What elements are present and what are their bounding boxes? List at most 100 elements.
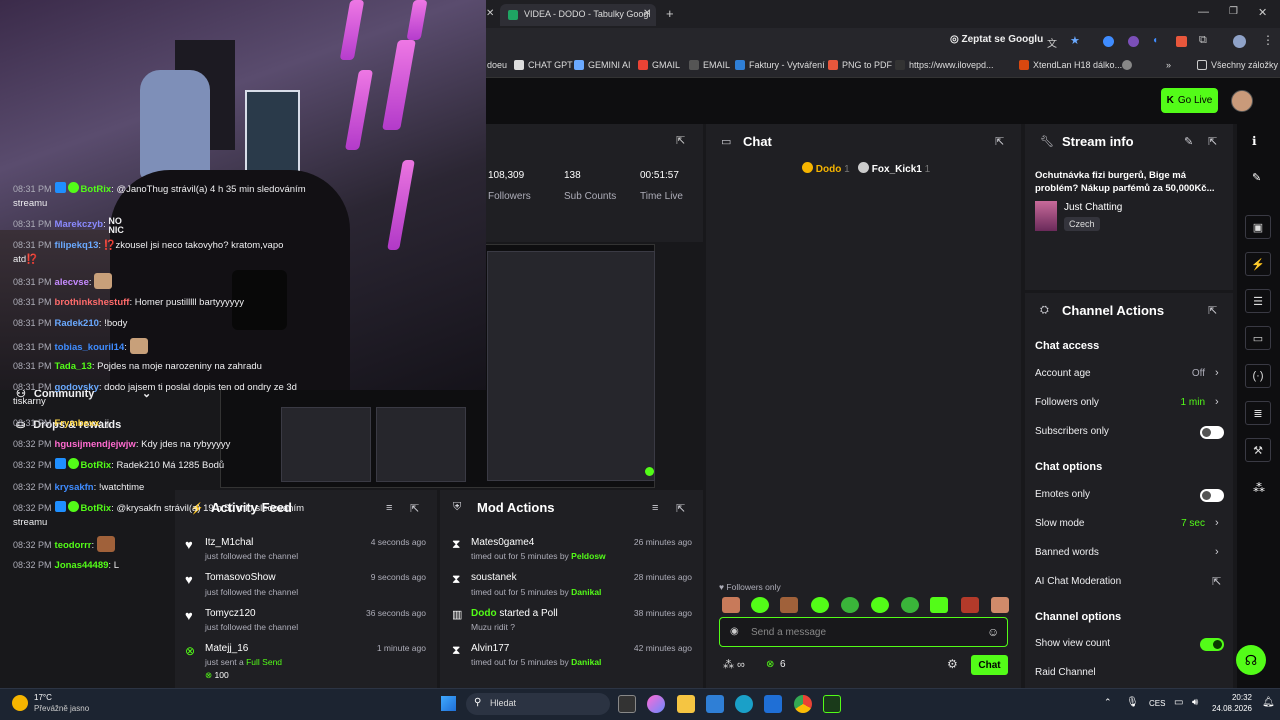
bookmark-item[interactable]: GMAIL — [638, 60, 680, 70]
file-explorer-icon[interactable] — [677, 695, 695, 713]
popout-icon[interactable]: ⇱ — [1208, 304, 1217, 317]
rail-list-button[interactable]: ☰ — [1245, 289, 1271, 313]
rail-stream-button[interactable]: ▣ — [1245, 215, 1271, 239]
popout-icon[interactable]: ⇱ — [1208, 135, 1217, 148]
clock-time[interactable]: 20:32 — [1218, 693, 1252, 702]
emote-icon[interactable] — [780, 597, 798, 613]
chat-username[interactable]: BotRix — [81, 460, 112, 471]
extension-icon[interactable]: ◖ — [1152, 35, 1158, 46]
chat-username[interactable]: teodorrr — [55, 540, 92, 551]
chat-username[interactable]: krysakfn — [55, 482, 94, 493]
emote-icon[interactable] — [871, 597, 889, 613]
info-icon[interactable]: ℹ — [1252, 134, 1257, 148]
chat-username[interactable]: godovsky — [55, 382, 99, 393]
send-chat-button[interactable]: Chat — [971, 655, 1008, 675]
chat-username[interactable]: Marekczyb — [55, 219, 104, 230]
chevron-right-icon[interactable]: › — [1215, 546, 1219, 558]
rail-chat-button[interactable]: ▭ — [1245, 326, 1271, 350]
minimize-icon[interactable]: — — [1198, 6, 1209, 18]
slow-mode-label[interactable]: Slow mode — [1035, 518, 1084, 529]
users-icon[interactable]: ⁂ — [1253, 481, 1265, 495]
new-tab-icon[interactable]: + — [666, 6, 674, 21]
emotes-only-toggle[interactable] — [1200, 489, 1224, 502]
chat-username[interactable]: tobias_kouril14 — [55, 342, 125, 353]
rail-activity-button[interactable]: ⚡ — [1245, 252, 1271, 276]
tray-overflow-icon[interactable]: ⌃ — [1104, 697, 1112, 708]
language-tag[interactable]: Czech — [1064, 217, 1100, 231]
chat-username[interactable]: BotRix — [81, 184, 112, 195]
puzzle-icon[interactable]: ⧉ — [1199, 34, 1207, 47]
maximize-icon[interactable]: ❐ — [1229, 6, 1238, 17]
popout-icon[interactable]: ⇱ — [995, 135, 1004, 148]
emote-icon[interactable] — [991, 597, 1009, 613]
store-icon[interactable] — [764, 695, 782, 713]
avatar[interactable] — [1231, 90, 1253, 112]
popout-icon[interactable]: ⇱ — [676, 502, 685, 515]
bookmark-item[interactable]: CHAT GPT — [514, 60, 573, 70]
emote-icon[interactable] — [722, 597, 740, 613]
weather-sun-icon[interactable] — [12, 695, 28, 711]
popout-icon[interactable]: ⇱ — [676, 134, 685, 147]
network-icon[interactable]: ▭ — [1174, 697, 1183, 708]
chat-message-input[interactable]: ◉ Send a message ☺ — [719, 617, 1008, 647]
close-tab-icon[interactable]: ✕ — [486, 8, 494, 19]
points-indicator[interactable]: ⊗ 6 — [766, 659, 786, 670]
chat-username[interactable]: alecvse — [55, 277, 89, 288]
taskbar-search[interactable]: ⚲ Hledat — [466, 693, 610, 715]
go-live-button[interactable]: K Go Live — [1161, 88, 1218, 113]
close-window-icon[interactable]: ✕ — [1258, 6, 1267, 19]
bookmark-item[interactable]: doeu — [487, 60, 507, 70]
bookmark-item[interactable]: EMAIL — [689, 60, 730, 70]
banned-words-label[interactable]: Banned words — [1035, 547, 1099, 558]
raid-channel-label[interactable]: Raid Channel — [1035, 667, 1096, 678]
rail-queue-button[interactable]: ≣ — [1245, 401, 1271, 425]
chat-username[interactable]: Radek210 — [55, 318, 99, 329]
bookmark-item[interactable]: XtendLan H18 dálko... — [1019, 60, 1122, 70]
chat-username[interactable]: Jonas44489 — [55, 560, 109, 571]
notification-bell-icon[interactable]: 🔔︎ — [1262, 697, 1275, 708]
bookmark-item[interactable] — [1122, 60, 1132, 70]
chat-username[interactable]: filipekq13 — [55, 240, 99, 251]
microphone-icon[interactable]: 🎙︎ — [1126, 697, 1139, 708]
extension-icon[interactable] — [1103, 36, 1114, 47]
more-icon[interactable]: ⋮ — [1262, 33, 1274, 47]
category-name[interactable]: Just Chatting — [1064, 202, 1122, 213]
users-icon[interactable]: ⁂ ∞ — [723, 658, 745, 671]
bookmark-item[interactable]: GEMINI AI — [574, 60, 631, 70]
volume-icon[interactable]: 🔊︎ — [1192, 697, 1198, 708]
all-bookmarks-button[interactable]: Všechny záložky — [1197, 60, 1278, 70]
bookmark-item[interactable]: https://www.ilovepd... — [895, 60, 994, 70]
subscribers-only-toggle[interactable] — [1200, 426, 1224, 439]
external-link-icon[interactable]: ⇱ — [1212, 575, 1221, 588]
filter-icon[interactable]: ≡ — [386, 502, 392, 514]
bookmark-item[interactable]: PNG to PDF — [828, 60, 892, 70]
help-headset-button[interactable]: ☊ — [1236, 645, 1266, 675]
settings-gear-icon[interactable]: ⚙ — [947, 657, 958, 671]
extension-icon[interactable] — [1176, 36, 1187, 47]
star-icon[interactable]: ★ — [1070, 34, 1080, 47]
chat-username[interactable]: brothinkshestuff — [55, 297, 130, 308]
emote-icon[interactable] — [961, 597, 979, 613]
emote-icon[interactable] — [901, 597, 919, 613]
rail-tools-button[interactable]: ⚒ — [1245, 438, 1271, 462]
chrome-icon[interactable] — [794, 695, 812, 713]
chat-username[interactable]: Tada_13 — [55, 361, 92, 372]
windows-start-icon[interactable] — [441, 696, 456, 711]
ai-chat-moderation-label[interactable]: AI Chat Moderation — [1035, 576, 1121, 587]
account-age-label[interactable]: Account age — [1035, 368, 1091, 379]
translate-icon[interactable]: 文 — [1047, 35, 1057, 50]
extension-icon[interactable] — [1128, 36, 1139, 47]
chat-username[interactable]: hgusijmendjejwjw — [55, 439, 136, 450]
bookmarks-overflow-icon[interactable]: » — [1166, 60, 1171, 70]
filter-icon[interactable]: ≡ — [652, 502, 658, 514]
browser-tab[interactable]: VIDEA - DODO - Tabulky Googl ✕ — [500, 4, 656, 26]
chat-username[interactable]: Frymbexx — [55, 418, 100, 429]
task-view-icon[interactable] — [618, 695, 636, 713]
emote-icon[interactable] — [930, 597, 948, 613]
mail-icon[interactable] — [706, 695, 724, 713]
show-view-count-toggle[interactable] — [1200, 638, 1224, 651]
edit-pencil-icon[interactable]: ✎ — [1184, 135, 1193, 148]
close-tab-icon[interactable]: ✕ — [643, 8, 651, 19]
popout-icon[interactable]: ⇱ — [410, 502, 419, 515]
ask-google-button[interactable]: ◎ Zeptat se Googlu — [950, 34, 1043, 45]
